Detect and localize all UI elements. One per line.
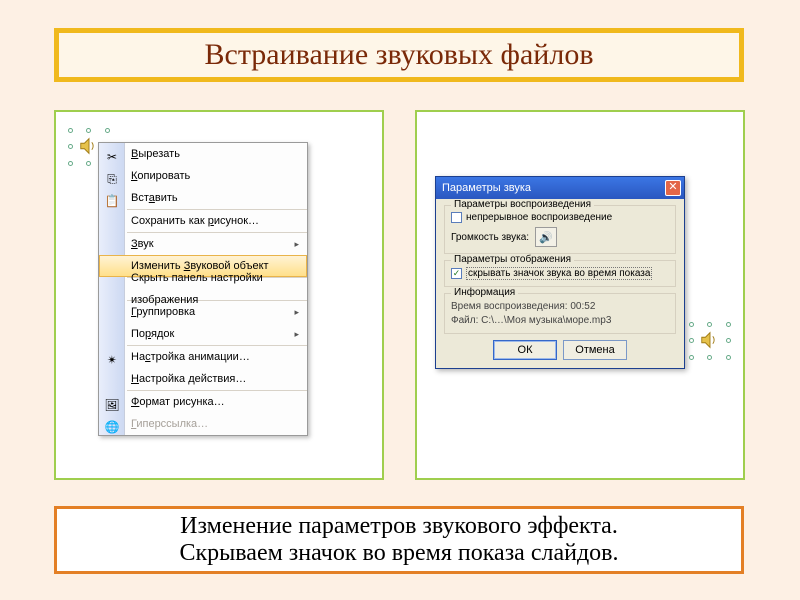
- menu-order[interactable]: Порядок: [99, 323, 307, 345]
- menu-hide-picture-toolbar[interactable]: Скрыть панель настройки изображения: [99, 278, 307, 300]
- panel-sound-dialog: Параметры звука ✕ Параметры воспроизведе…: [415, 110, 745, 480]
- menu-format-picture[interactable]: 🖼 Формат рисунка…: [99, 391, 307, 413]
- menu-custom-animation[interactable]: ✴ Настройка анимации…: [99, 346, 307, 368]
- info-play-time: Время воспроизведения: 00:52: [451, 300, 669, 314]
- group-info: Информация Время воспроизведения: 00:52 …: [444, 293, 676, 334]
- volume-button[interactable]: 🔊: [535, 227, 557, 247]
- group-playback-label: Параметры воспроизведения: [451, 199, 594, 210]
- star-icon: ✴: [104, 349, 120, 365]
- context-menu: ✂ Вырезать ⎘ Копировать 📋 Вставить Сохра…: [98, 142, 308, 436]
- checkbox-icon: ✓: [451, 268, 462, 279]
- ok-button[interactable]: ОК: [493, 340, 557, 360]
- checkbox-icon: [451, 212, 462, 223]
- menu-copy[interactable]: ⎘ Копировать: [99, 165, 307, 187]
- globe-icon: 🌐: [104, 416, 120, 432]
- group-display-label: Параметры отображения: [451, 254, 574, 265]
- title-box: Встраивание звуковых файлов: [54, 28, 744, 82]
- copy-icon: ⎘: [104, 168, 120, 184]
- group-display: Параметры отображения ✓ скрывать значок …: [444, 260, 676, 287]
- page-title: Встраивание звуковых файлов: [205, 38, 594, 72]
- menu-sound[interactable]: Звук: [99, 233, 307, 255]
- menu-save-as-picture[interactable]: Сохранить как рисунок…: [99, 210, 307, 232]
- info-file-path: Файл: C:\…\Моя музыка\море.mp3: [451, 314, 669, 328]
- sound-options-dialog: Параметры звука ✕ Параметры воспроизведе…: [435, 176, 685, 369]
- checkbox-hide-icon[interactable]: ✓ скрывать значок звука во время показа: [451, 267, 669, 280]
- menu-grouping[interactable]: Группировка: [99, 301, 307, 323]
- caption-line-1: Изменение параметров звукового эффекта.: [180, 513, 618, 540]
- menu-action-settings[interactable]: Настройка действия…: [99, 368, 307, 390]
- volume-label: Громкость звука:: [451, 232, 529, 243]
- checkbox-loop[interactable]: непрерывное воспроизведение: [451, 212, 669, 223]
- paste-icon: 📋: [104, 190, 120, 206]
- caption-line-2: Скрываем значок во время показа слайдов.: [179, 540, 618, 567]
- group-playback: Параметры воспроизведения непрерывное во…: [444, 205, 676, 254]
- menu-cut[interactable]: ✂ Вырезать: [99, 143, 307, 165]
- speaker-icon: [699, 329, 721, 351]
- panel-context-menu: ✂ Вырезать ⎘ Копировать 📋 Вставить Сохра…: [54, 110, 384, 480]
- sound-object-selected[interactable]: [689, 322, 731, 360]
- dialog-title-text: Параметры звука: [442, 182, 531, 194]
- speaker-small-icon: 🔊: [539, 231, 553, 244]
- scissors-icon: ✂: [104, 146, 120, 162]
- menu-hyperlink: 🌐 Гиперссылка…: [99, 413, 307, 435]
- cancel-button[interactable]: Отмена: [563, 340, 627, 360]
- caption-box: Изменение параметров звукового эффекта. …: [54, 506, 744, 574]
- group-info-label: Информация: [451, 287, 518, 298]
- dialog-titlebar[interactable]: Параметры звука ✕: [436, 177, 684, 199]
- format-icon: 🖼: [104, 394, 120, 410]
- close-icon[interactable]: ✕: [665, 180, 681, 196]
- menu-paste[interactable]: 📋 Вставить: [99, 187, 307, 209]
- speaker-icon: [78, 135, 100, 157]
